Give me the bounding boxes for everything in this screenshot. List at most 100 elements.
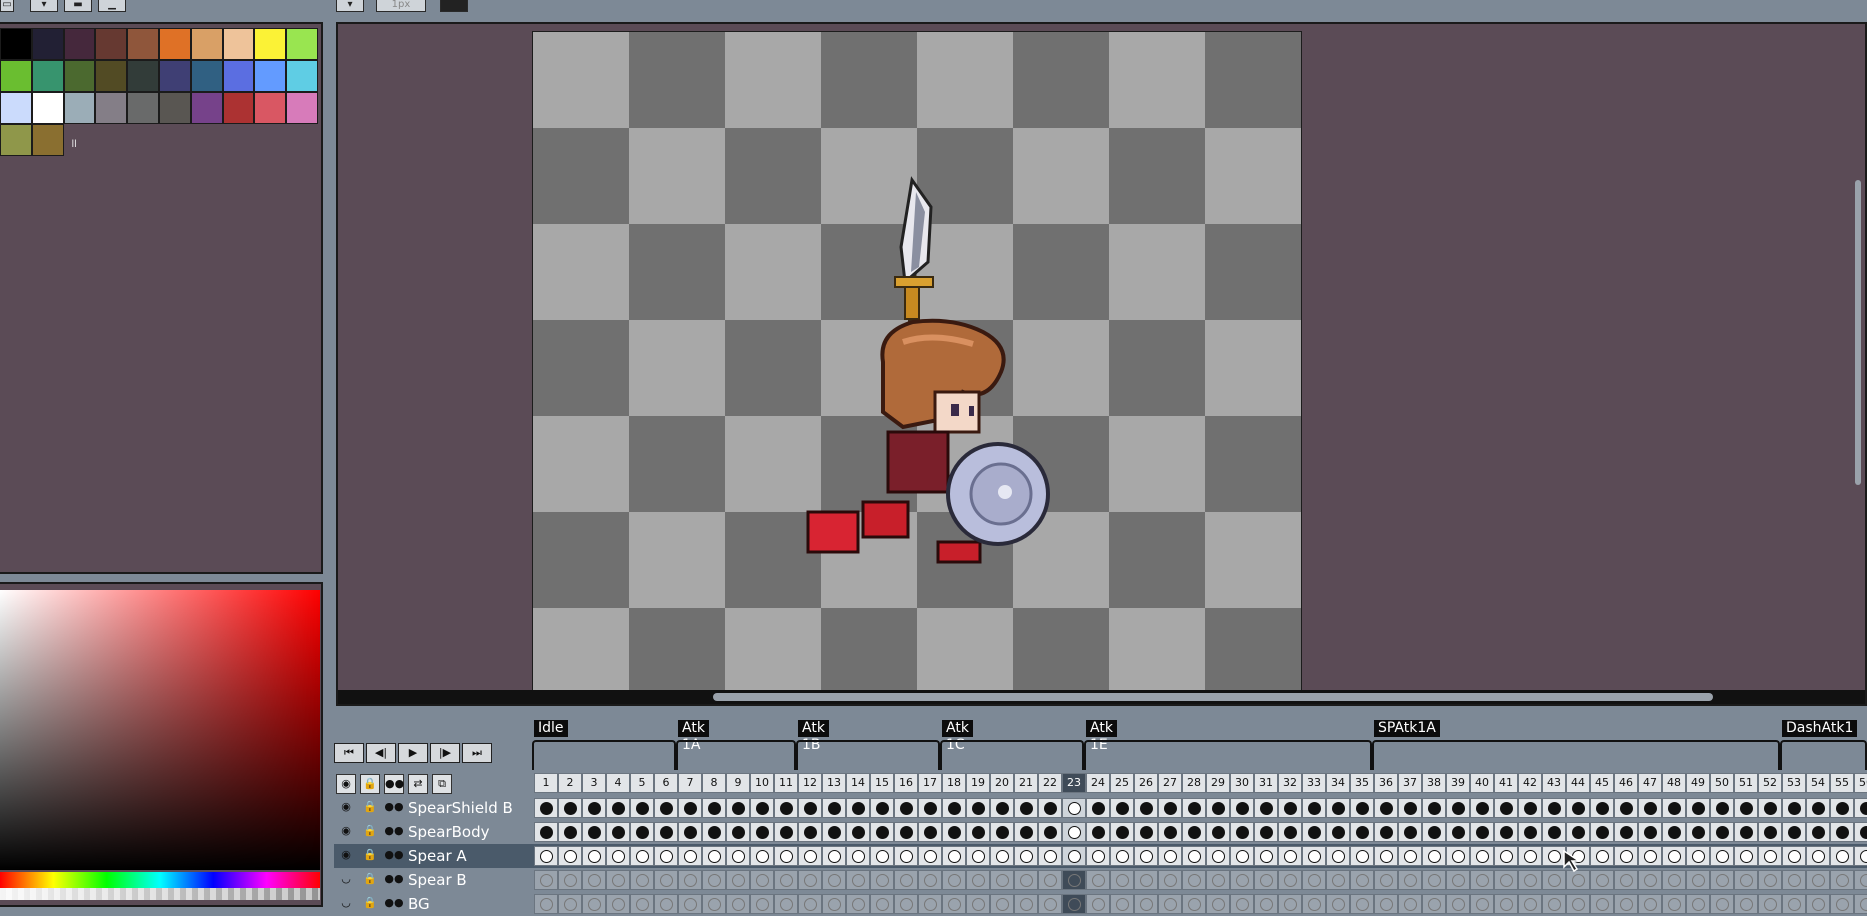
layer-cel[interactable]: [1158, 798, 1182, 818]
layer-visibility-icon[interactable]: ◉: [336, 822, 356, 842]
layer-cel[interactable]: [1206, 894, 1230, 914]
frame-number[interactable]: 36: [1374, 773, 1398, 793]
animation-tag-label[interactable]: Atk 1B: [798, 720, 829, 737]
layer-cel[interactable]: [630, 894, 654, 914]
layer-cel[interactable]: [1446, 894, 1470, 914]
layer-cel[interactable]: [1662, 870, 1686, 890]
layer-cel[interactable]: [870, 798, 894, 818]
layer-cel[interactable]: [1350, 846, 1374, 866]
layer-cel[interactable]: [606, 798, 630, 818]
layer-cel[interactable]: [678, 822, 702, 842]
layer-cel[interactable]: [1398, 822, 1422, 842]
layer-cel[interactable]: [1446, 798, 1470, 818]
layer-cel[interactable]: [1086, 822, 1110, 842]
frame-number[interactable]: 28: [1182, 773, 1206, 793]
layer-cel[interactable]: [1758, 846, 1782, 866]
layer-cel[interactable]: [1014, 822, 1038, 842]
layer-lock-icon[interactable]: 🔒: [360, 822, 380, 842]
layer-cel[interactable]: [1326, 846, 1350, 866]
layer-cel[interactable]: [822, 798, 846, 818]
palette-swatch[interactable]: [191, 60, 223, 92]
layer-cel[interactable]: [822, 894, 846, 914]
palette-swatch[interactable]: [254, 92, 286, 124]
layer-cel[interactable]: [1854, 822, 1867, 842]
frame-number[interactable]: 1: [534, 773, 558, 793]
layer-cel[interactable]: [1062, 870, 1086, 890]
layer-cel[interactable]: [1062, 822, 1086, 842]
layer-name[interactable]: SpearShield B: [408, 798, 513, 818]
layer-cel[interactable]: [534, 798, 558, 818]
frame-number[interactable]: 45: [1590, 773, 1614, 793]
layer-cel[interactable]: [1326, 822, 1350, 842]
layer-cel[interactable]: [1230, 894, 1254, 914]
layer-cel[interactable]: [1326, 798, 1350, 818]
palette-swatch[interactable]: [286, 60, 318, 92]
layer-visibility-icon[interactable]: ◉: [336, 798, 356, 818]
layer-cel[interactable]: [1854, 798, 1867, 818]
palette-swatch[interactable]: [0, 60, 32, 92]
layer-cel[interactable]: [1542, 798, 1566, 818]
animation-tag-span[interactable]: [532, 740, 676, 770]
layer-cel[interactable]: [1734, 822, 1758, 842]
layer-cel[interactable]: [1542, 894, 1566, 914]
layer-cel[interactable]: [1158, 822, 1182, 842]
lock-icon[interactable]: 🔒: [360, 774, 380, 794]
layer-cel[interactable]: [1038, 870, 1062, 890]
layer-cel[interactable]: [1062, 798, 1086, 818]
frame-number[interactable]: 52: [1758, 773, 1782, 793]
frame-number[interactable]: 14: [846, 773, 870, 793]
layer-cel[interactable]: [702, 894, 726, 914]
layer-cel[interactable]: [1734, 870, 1758, 890]
layer-name[interactable]: Spear A: [408, 846, 467, 866]
layer-row[interactable]: ◉🔒●●Spear A: [334, 844, 1867, 868]
frame-number[interactable]: 48: [1662, 773, 1686, 793]
layer-cel[interactable]: [1230, 846, 1254, 866]
palette-swatch[interactable]: [0, 28, 32, 60]
layer-cel[interactable]: [1734, 894, 1758, 914]
layer-cel[interactable]: [1830, 846, 1854, 866]
layer-cel[interactable]: [678, 846, 702, 866]
layer-cel[interactable]: [702, 870, 726, 890]
layer-cel[interactable]: [774, 798, 798, 818]
palette-swatch[interactable]: [32, 60, 64, 92]
layer-cel[interactable]: [894, 846, 918, 866]
palette-swatch[interactable]: [32, 92, 64, 124]
frame-number[interactable]: 43: [1542, 773, 1566, 793]
layer-cel[interactable]: [774, 894, 798, 914]
animation-tag-label[interactable]: Atk 1A: [678, 720, 709, 737]
frame-number[interactable]: 25: [1110, 773, 1134, 793]
frame-number[interactable]: 35: [1350, 773, 1374, 793]
frame-number[interactable]: 41: [1494, 773, 1518, 793]
layer-cel[interactable]: [1254, 822, 1278, 842]
layer-cel[interactable]: [1782, 822, 1806, 842]
frame-number[interactable]: 38: [1422, 773, 1446, 793]
layer-cel[interactable]: [1230, 822, 1254, 842]
layer-cel[interactable]: [678, 798, 702, 818]
layer-cel[interactable]: [1662, 846, 1686, 866]
layer-cel[interactable]: [1446, 822, 1470, 842]
layer-cel[interactable]: [822, 870, 846, 890]
layer-cel[interactable]: [1590, 822, 1614, 842]
frame-number[interactable]: 18: [942, 773, 966, 793]
layer-cel[interactable]: [1494, 798, 1518, 818]
layer-cel[interactable]: [1518, 870, 1542, 890]
layer-cel[interactable]: [1542, 822, 1566, 842]
play-button[interactable]: ▶: [398, 743, 428, 763]
layer-cel[interactable]: [966, 798, 990, 818]
layer-cel[interactable]: [1686, 894, 1710, 914]
layer-cel[interactable]: [1374, 870, 1398, 890]
layer-cel[interactable]: [1806, 846, 1830, 866]
toolbar-button-4[interactable]: ▁: [98, 0, 126, 12]
layer-cel[interactable]: [1278, 870, 1302, 890]
layer-continuous-icon[interactable]: ●●: [384, 822, 404, 842]
layer-cel[interactable]: [750, 822, 774, 842]
frame-number[interactable]: 5: [630, 773, 654, 793]
layer-cel[interactable]: [1806, 798, 1830, 818]
frame-number[interactable]: 16: [894, 773, 918, 793]
layer-cel[interactable]: [966, 846, 990, 866]
layer-cel[interactable]: [1038, 798, 1062, 818]
layer-cel[interactable]: [702, 798, 726, 818]
layer-cel[interactable]: [1518, 798, 1542, 818]
palette-swatch[interactable]: [191, 28, 223, 60]
palette-swatch[interactable]: [159, 28, 191, 60]
